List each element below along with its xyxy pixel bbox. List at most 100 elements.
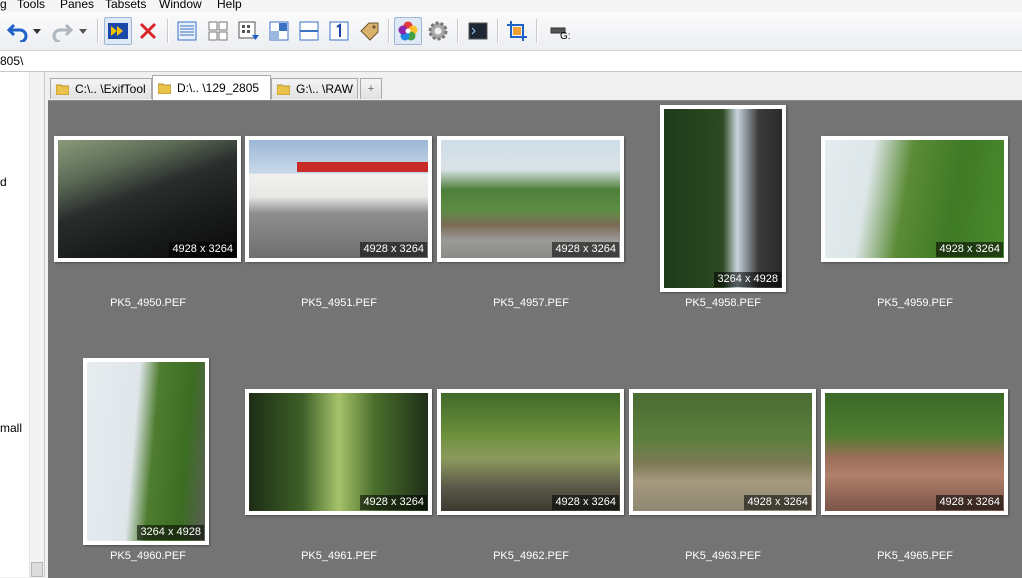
vertical-scrollbar[interactable] <box>29 72 44 577</box>
tab-label: D:\.. \129_2805 <box>177 81 260 95</box>
image-dimensions: 3264 x 4928 <box>714 272 781 287</box>
drive-label: G: <box>560 31 571 42</box>
slideshow-icon <box>108 23 128 39</box>
menu-help[interactable]: Help <box>217 0 242 11</box>
scrollbar-thumb[interactable] <box>31 562 43 577</box>
photo-mossy-pipe <box>441 393 620 511</box>
crop-button[interactable] <box>503 17 531 45</box>
toolbar-separator <box>167 19 169 43</box>
horizontal-split-button[interactable] <box>295 17 323 45</box>
thumbnails-view-button[interactable] <box>235 17 263 45</box>
menu-bar: g Tools Panes Tabsets Window Help <box>0 0 1022 12</box>
toolbar-separator <box>388 19 390 43</box>
thumbnail[interactable]: 3264 x 4928 <box>660 105 786 292</box>
photo-dashboard <box>58 140 237 258</box>
tree-item[interactable]: mall <box>0 421 22 435</box>
tab-exiftool[interactable]: C:\.. \ExifTool <box>50 78 152 99</box>
redo-dropdown[interactable] <box>76 17 90 45</box>
thumbnail[interactable]: 3264 x 4928 <box>83 358 209 545</box>
tree-item[interactable]: d <box>0 175 7 189</box>
toolbar-separator <box>536 19 538 43</box>
single-pane-icon <box>329 21 349 41</box>
folder-icon <box>277 84 290 95</box>
image-dimensions: 4928 x 3264 <box>744 495 811 510</box>
details-view-icon <box>177 21 197 41</box>
undo-icon <box>7 23 28 42</box>
undo-dropdown[interactable] <box>30 17 44 45</box>
chevron-down-icon <box>33 28 41 34</box>
photo-building <box>249 140 428 258</box>
toolbar-separator <box>497 19 499 43</box>
folder-tree-pane[interactable]: d mall <box>0 72 45 577</box>
horizontal-split-icon <box>299 21 319 41</box>
image-dimensions: 4928 x 3264 <box>936 242 1003 257</box>
new-tab-button[interactable]: + <box>360 78 382 99</box>
tab-strip: C:\.. \ExifTool D:\.. \129_2805 G:\.. \R… <box>46 72 1022 100</box>
image-dimensions: 4928 x 3264 <box>360 242 427 257</box>
split-view-icon <box>269 21 289 41</box>
thumbnail[interactable]: 4928 x 3264 <box>821 136 1008 262</box>
thumbnail-caption: PK5_4962.PEF <box>493 550 569 562</box>
menu-panes[interactable]: Panes <box>60 0 94 11</box>
slideshow-button[interactable] <box>104 17 132 45</box>
tag-button[interactable] <box>355 17 383 45</box>
folder-icon <box>158 83 171 94</box>
color-wheel-icon <box>398 21 418 41</box>
image-dimensions: 4928 x 3264 <box>360 495 427 510</box>
folder-icon <box>56 84 69 95</box>
thumbnail-caption: PK5_4965.PEF <box>877 550 953 562</box>
photo-ivy-wall <box>825 140 1004 258</box>
console-button[interactable] <box>464 17 492 45</box>
roof-stripe <box>297 162 428 172</box>
console-icon <box>468 22 488 40</box>
tag-icon <box>360 22 379 41</box>
photo-forest-path <box>249 393 428 511</box>
details-view-button[interactable] <box>173 17 201 45</box>
thumbnail[interactable]: 4928 x 3264 <box>821 389 1008 515</box>
image-dimensions: 4928 x 3264 <box>552 242 619 257</box>
toolbar-separator <box>97 19 99 43</box>
thumbnail-caption: PK5_4961.PEF <box>301 550 377 562</box>
plus-icon: + <box>367 83 375 95</box>
thumbnail[interactable]: 4928 x 3264 <box>437 136 624 262</box>
tab-label: G:\.. \RAW <box>296 82 353 96</box>
menu-tabsets[interactable]: Tabsets <box>105 0 146 11</box>
single-pane-button[interactable] <box>325 17 353 45</box>
split-view-button[interactable] <box>265 17 293 45</box>
undo-button[interactable] <box>4 17 32 45</box>
thumbnail[interactable]: 4928 x 3264 <box>245 389 432 515</box>
thumbnail-grid[interactable]: 4928 x 3264 PK5_4950.PEF 4928 x 3264 PK5… <box>48 100 1022 578</box>
image-dimensions: 4928 x 3264 <box>936 495 1003 510</box>
thumbnail-caption: PK5_4958.PEF <box>685 297 761 309</box>
menu-tools[interactable]: Tools <box>17 0 45 11</box>
settings-button[interactable] <box>424 17 452 45</box>
image-dimensions: 4928 x 3264 <box>169 242 236 257</box>
thumbnail[interactable]: 4928 x 3264 <box>629 389 816 515</box>
toolbar: G: <box>0 12 1022 51</box>
menu-window[interactable]: Window <box>159 0 202 11</box>
drive-button[interactable]: G: <box>543 17 573 45</box>
thumbnail[interactable]: 4928 x 3264 <box>437 389 624 515</box>
menu-item-partial[interactable]: g <box>0 0 7 11</box>
thumbnails-view-icon <box>238 21 259 40</box>
tiles-view-button[interactable] <box>204 17 232 45</box>
image-dimensions: 4928 x 3264 <box>552 495 619 510</box>
delete-icon <box>139 22 157 40</box>
tiles-view-icon <box>208 21 228 41</box>
redo-icon <box>52 23 73 42</box>
photo-house-garden <box>441 140 620 258</box>
photo-brick-pile <box>825 393 1004 511</box>
tab-129-2805[interactable]: D:\.. \129_2805 <box>152 75 271 100</box>
thumbnail-caption: PK5_4963.PEF <box>685 550 761 562</box>
tab-raw[interactable]: G:\.. \RAW <box>271 78 358 99</box>
address-bar[interactable]: 805\ <box>0 51 1022 72</box>
thumbnail-caption: PK5_4951.PEF <box>301 297 377 309</box>
redo-button[interactable] <box>48 17 76 45</box>
delete-button[interactable] <box>134 17 162 45</box>
crop-icon <box>507 21 527 41</box>
photo-ivy-tower <box>87 362 205 541</box>
thumbnail[interactable]: 4928 x 3264 <box>245 136 432 262</box>
thumbnail-caption: PK5_4960.PEF <box>110 550 186 562</box>
color-wheel-button[interactable] <box>394 17 422 45</box>
thumbnail[interactable]: 4928 x 3264 <box>54 136 241 262</box>
